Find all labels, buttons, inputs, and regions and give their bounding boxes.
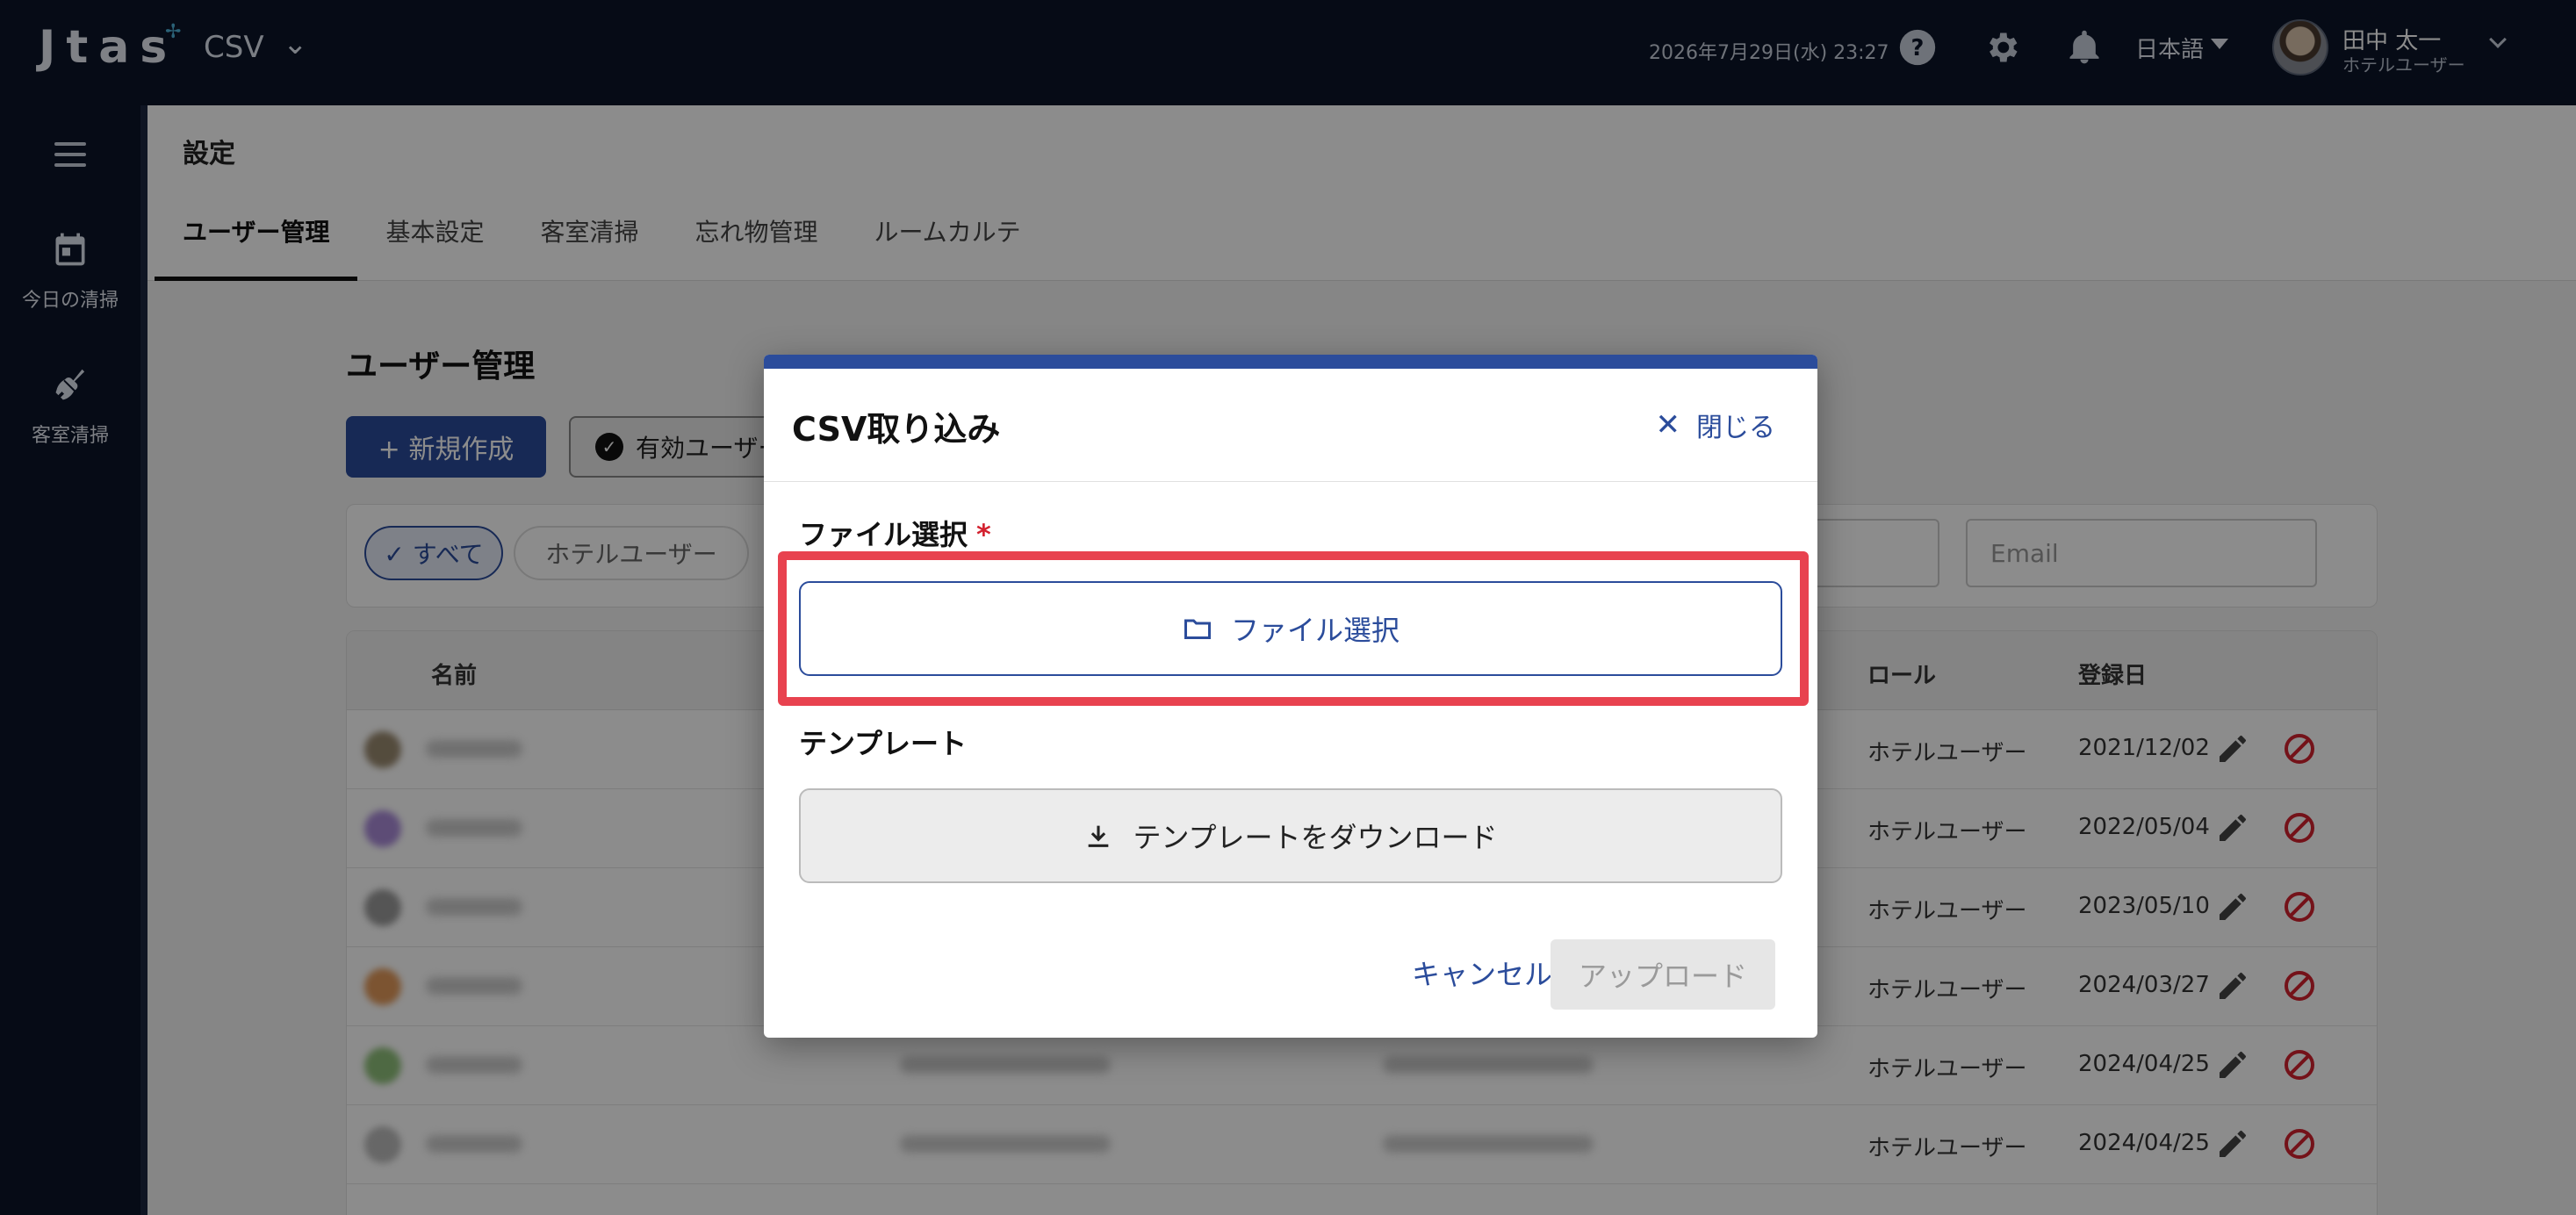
required-mark: * [976,518,991,551]
upload-button[interactable]: アップロード [1551,939,1775,1010]
template-label: テンプレート [799,727,968,760]
csv-import-dialog: CSV取り込み ✕ 閉じる ファイル選択 * ファイル選択 テンプレート テンプレ… [764,355,1817,1038]
folder-icon [1184,619,1211,639]
dialog-title: CSV取り込み [792,410,1001,449]
file-select-button[interactable]: ファイル選択 [799,581,1782,676]
file-select-button-label: ファイル選択 [1230,614,1400,647]
close-button[interactable]: ✕ 閉じる [1656,406,1776,444]
file-select-label: ファイル選択 * [799,513,991,553]
download-template-label: テンプレートをダウンロード [1133,821,1498,854]
download-template-button[interactable]: テンプレートをダウンロード [799,788,1782,883]
close-label: 閉じる [1696,413,1775,443]
dialog-accent-bar [764,355,1817,369]
close-icon: ✕ [1655,407,1681,442]
download-icon [1089,825,1109,847]
dialog-divider [764,481,1817,482]
file-select-label-text: ファイル選択 [799,518,968,551]
